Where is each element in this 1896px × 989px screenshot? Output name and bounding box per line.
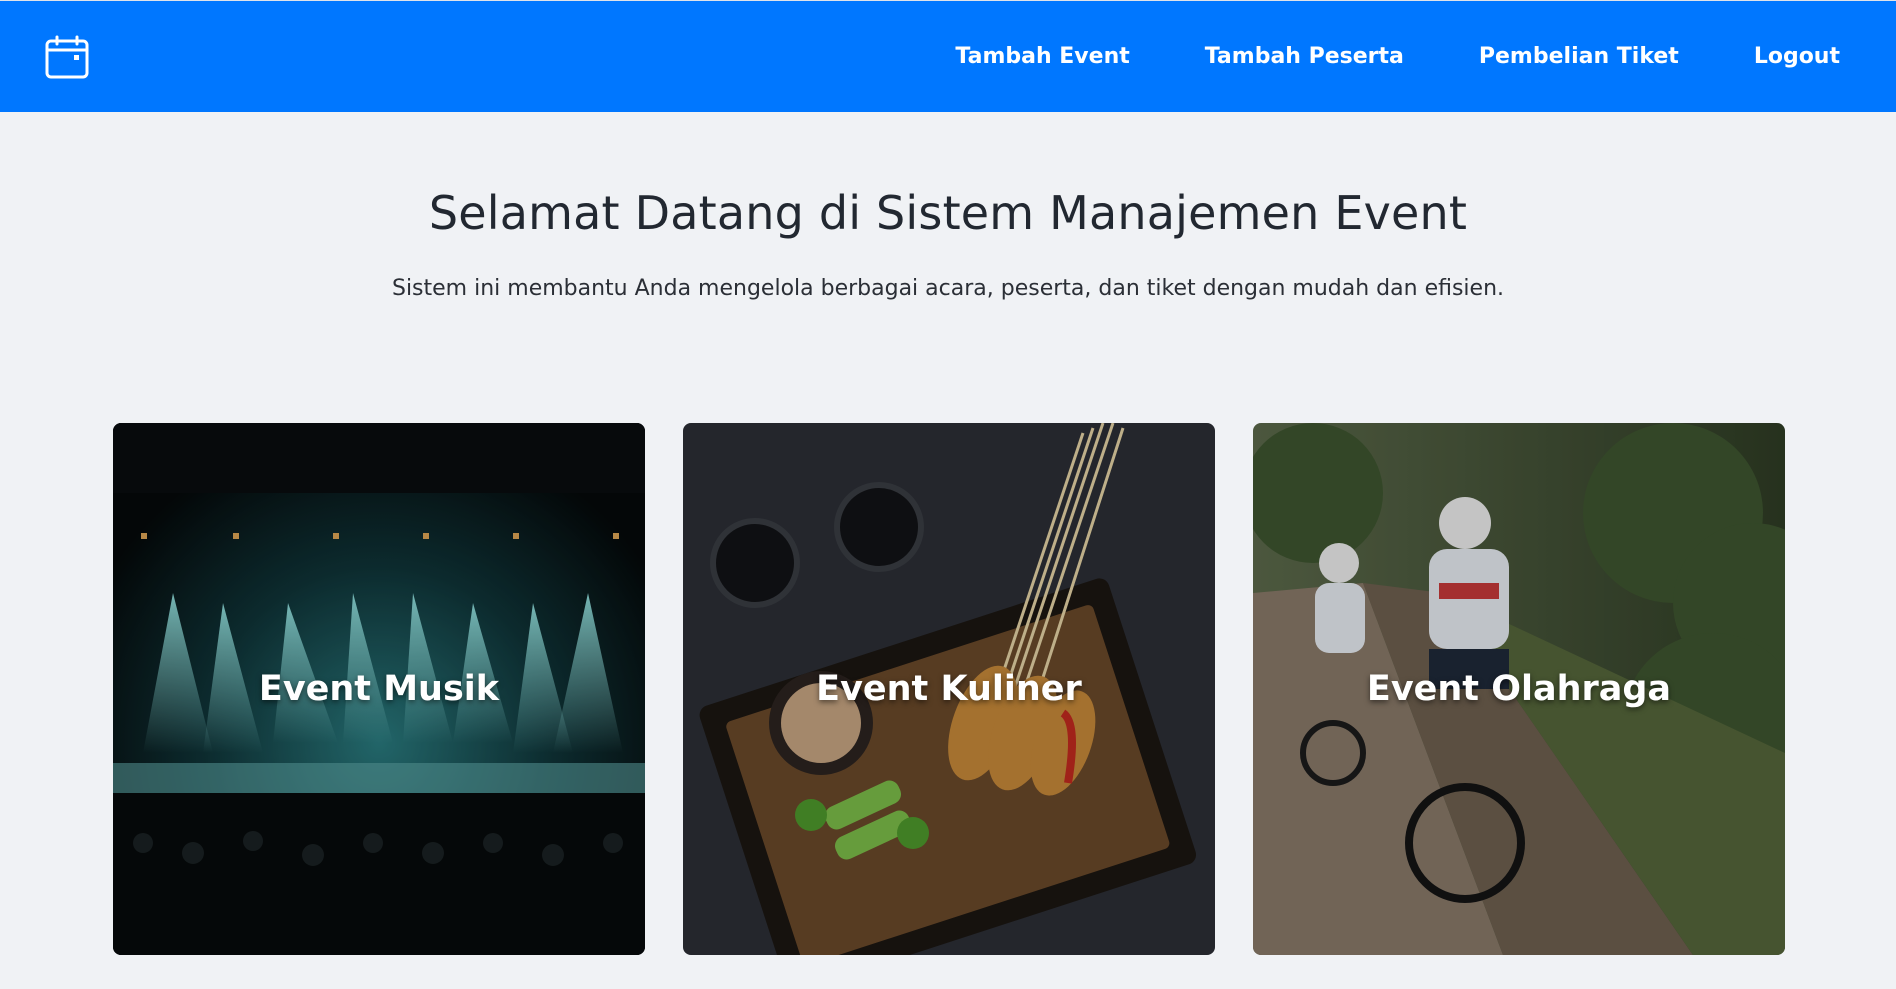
nav-link-tambah-peserta[interactable]: Tambah Peserta — [1205, 44, 1404, 69]
top-navbar: Tambah Event Tambah Peserta Pembelian Ti… — [0, 0, 1896, 112]
card-label: Event Musik — [258, 669, 500, 709]
card-event-kuliner[interactable]: Event Kuliner — [683, 423, 1215, 955]
hero-section: Selamat Datang di Sistem Manajemen Event… — [0, 112, 1896, 301]
card-label: Event Olahraga — [1366, 669, 1672, 709]
event-cards: Event Musik Event Kuliner Event Olahraga — [113, 423, 1785, 955]
page-subtitle: Sistem ini membantu Anda mengelola berba… — [391, 276, 1505, 301]
nav-link-logout[interactable]: Logout — [1754, 44, 1840, 69]
card-event-olahraga[interactable]: Event Olahraga — [1253, 423, 1785, 955]
nav-link-pembelian-tiket[interactable]: Pembelian Tiket — [1479, 44, 1679, 69]
card-event-musik[interactable]: Event Musik — [113, 423, 645, 955]
calendar-icon[interactable] — [44, 34, 90, 80]
card-label: Event Kuliner — [816, 669, 1082, 709]
nav-links: Tambah Event Tambah Peserta Pembelian Ti… — [955, 44, 1840, 69]
nav-link-tambah-event[interactable]: Tambah Event — [955, 44, 1129, 69]
page-title: Selamat Datang di Sistem Manajemen Event — [428, 186, 1468, 240]
